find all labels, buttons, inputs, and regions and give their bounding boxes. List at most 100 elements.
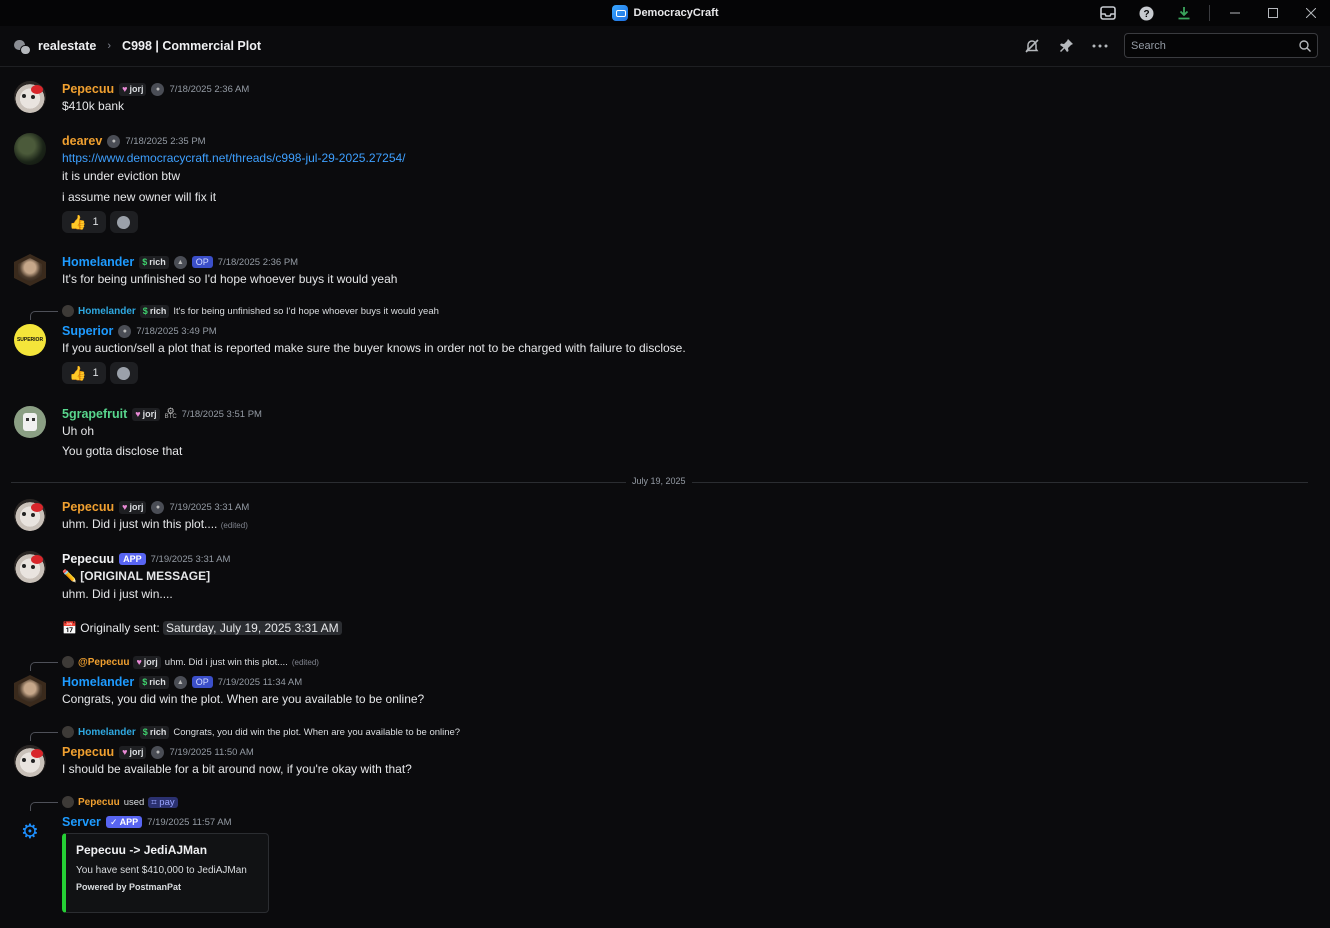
reply-preview[interactable]: @Pepecuu ♥ jorj uhm. Did i just win this … — [62, 655, 319, 669]
embed-title: Pepecuu -> JediAJMan — [76, 843, 208, 857]
app-logo-icon — [611, 5, 628, 21]
pencil-icon: ✏️ — [62, 569, 77, 583]
reply-username[interactable]: Pepecuu — [78, 797, 120, 808]
message-list: Pepecuu ♥ jorj ● 7/18/2025 2:36 AM $410k … — [0, 67, 1330, 928]
reply-preview[interactable]: Homelander $ rich It's for being unfinish… — [62, 304, 439, 318]
thread-link[interactable]: https://www.democracycraft.net/threads/c… — [62, 149, 406, 167]
message-text: You gotta disclose that — [62, 444, 183, 458]
message-text: Congrats, you did win the plot. When are… — [62, 692, 425, 706]
username[interactable]: dearev — [62, 134, 102, 148]
reply-username[interactable]: Homelander — [78, 306, 136, 317]
mute-bell-icon[interactable] — [1022, 36, 1042, 56]
date-divider-label: July 19, 2025 — [626, 476, 692, 486]
username[interactable]: Superior — [62, 324, 113, 338]
username[interactable]: 5grapefruit — [62, 407, 127, 421]
heart-icon: ♥ — [122, 84, 128, 94]
reply-avatar — [62, 656, 74, 668]
op-badge: OP — [191, 676, 213, 688]
close-icon[interactable] — [1292, 0, 1330, 26]
avatar[interactable]: SUPERIOR — [14, 324, 46, 356]
more-options-icon[interactable] — [1090, 36, 1110, 56]
reply-avatar — [62, 726, 74, 738]
original-sent-line: 📅 Originally sent: Saturday, July 19, 20… — [62, 619, 342, 637]
profile-badge-icon: ● — [151, 500, 165, 514]
search-box[interactable] — [1124, 33, 1318, 58]
channel-header: realestate › C998 | Commercial Plot — [0, 26, 1330, 67]
window-controls-separator — [1209, 5, 1210, 21]
avatar[interactable] — [14, 133, 46, 165]
command-preview[interactable]: Pepecuu used ⌗ pay — [62, 795, 178, 809]
avatar[interactable] — [14, 551, 46, 583]
timestamp: 7/19/2025 11:50 AM — [169, 746, 254, 758]
reply-username[interactable]: @Pepecuu — [78, 657, 129, 668]
message-text: Uh oh — [62, 424, 95, 438]
slash-icon: ⌗ — [151, 796, 157, 808]
heart-icon: ♥ — [136, 657, 142, 667]
thumbs-up-icon: 👍 — [69, 213, 87, 230]
username[interactable]: Server — [62, 815, 101, 829]
btc-badge: ⚙ BTC — [164, 406, 177, 421]
window-controls: ? — [1089, 0, 1330, 26]
breadcrumb-channel[interactable]: realestate — [38, 39, 96, 53]
role-tag: $ rich — [139, 255, 169, 269]
add-reaction-button[interactable] — [109, 211, 138, 233]
smiley-icon — [117, 215, 131, 229]
message-text: it is under eviction btw — [62, 169, 181, 183]
reply-connector — [30, 662, 58, 671]
reply-text: It's for being unfinished so I'd hope wh… — [173, 305, 439, 317]
heart-icon: ♥ — [135, 409, 141, 419]
avatar[interactable] — [14, 499, 46, 531]
profile-badge-icon: ● — [107, 134, 121, 148]
timestamp: 7/19/2025 11:57 AM — [147, 816, 232, 828]
username[interactable]: Pepecuu — [62, 82, 114, 96]
reaction-thumbs-up[interactable]: 👍 1 — [62, 211, 106, 233]
reply-edited-label: (edited) — [291, 657, 319, 667]
avatar[interactable] — [14, 745, 46, 777]
reaction-thumbs-up[interactable]: 👍 1 — [62, 362, 106, 384]
role-tag: ♥ jorj — [119, 745, 147, 759]
calendar-icon: 📅 — [62, 621, 77, 635]
slash-command[interactable]: ⌗ pay — [148, 796, 178, 808]
message-text: If you auction/sell a plot that is repor… — [62, 341, 686, 355]
reply-connector — [30, 732, 58, 741]
search-input[interactable] — [1131, 39, 1291, 52]
add-reaction-button[interactable] — [109, 362, 138, 384]
avatar[interactable] — [14, 81, 46, 113]
message-text: uhm. Did i just win.... — [62, 587, 173, 601]
avatar[interactable] — [14, 675, 46, 707]
minimize-icon[interactable] — [1216, 0, 1254, 26]
reply-preview[interactable]: Homelander $ rich Congrats, you did win t… — [62, 725, 460, 739]
heart-icon: ♥ — [122, 502, 128, 512]
search-icon — [1299, 39, 1311, 52]
money-icon: $ — [142, 306, 148, 316]
checkmark-icon: ✓ — [109, 817, 118, 827]
pin-icon[interactable] — [1056, 36, 1076, 56]
username[interactable]: Pepecuu — [62, 745, 114, 759]
timestamp: 7/19/2025 3:31 AM — [169, 501, 250, 513]
username[interactable]: Homelander — [62, 675, 134, 689]
embed-footer: Powered by PostmanPat — [76, 882, 182, 892]
avatar[interactable] — [14, 406, 46, 438]
timestamp: 7/19/2025 3:31 AM — [150, 553, 231, 565]
payment-embed: Pepecuu -> JediAJMan You have sent $410,… — [62, 833, 269, 913]
timestamp: 7/18/2025 3:49 PM — [136, 325, 217, 337]
download-icon[interactable] — [1165, 0, 1203, 26]
maximize-icon[interactable] — [1254, 0, 1292, 26]
username[interactable]: Homelander — [62, 255, 134, 269]
username[interactable]: Pepecuu — [62, 500, 114, 514]
reply-role-tag: $ rich — [139, 304, 170, 318]
reply-avatar — [62, 796, 74, 808]
app-title-text: DemocracyCraft — [633, 7, 719, 19]
reply-username[interactable]: Homelander — [78, 727, 136, 738]
avatar[interactable]: ⚙ — [14, 815, 46, 847]
avatar[interactable] — [14, 254, 46, 286]
inbox-icon[interactable] — [1089, 0, 1127, 26]
title-bar: DemocracyCraft ? — [0, 0, 1330, 26]
reaction-bar: 👍 1 — [62, 211, 406, 233]
thumbs-up-icon: 👍 — [69, 364, 87, 381]
op-badge: OP — [191, 256, 213, 268]
username[interactable]: Pepecuu — [62, 552, 114, 566]
reply-text: Congrats, you did win the plot. When are… — [173, 726, 461, 738]
help-icon[interactable]: ? — [1127, 0, 1165, 26]
profile-badge-icon: ▲ — [173, 255, 187, 269]
